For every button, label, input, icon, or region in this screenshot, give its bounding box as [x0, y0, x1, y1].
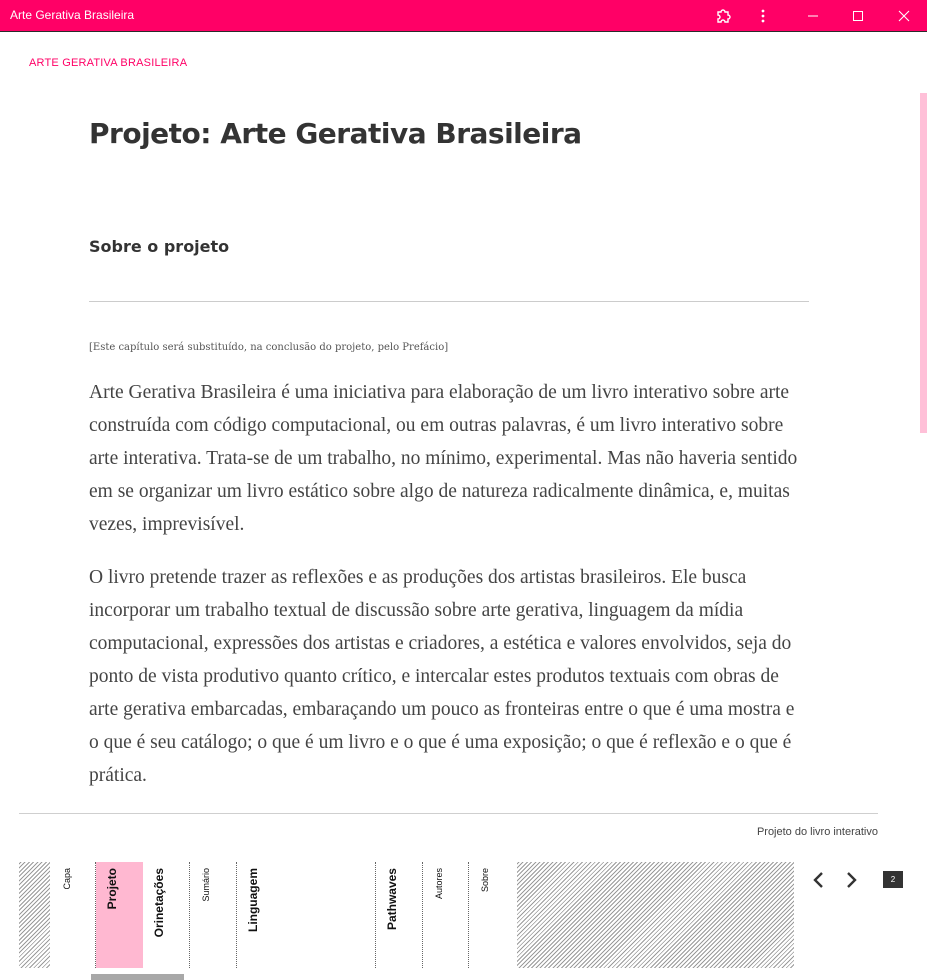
nav-item-projeto[interactable]: Projeto [96, 862, 143, 968]
maximize-icon[interactable] [835, 0, 881, 32]
window-titlebar: Arte Gerativa Brasileira [0, 0, 927, 32]
brand-link[interactable]: ARTE GERATIVA BRASILEIRA [29, 57, 187, 69]
nav-label: Linguagem [246, 868, 260, 933]
more-vert-icon[interactable] [740, 0, 786, 32]
chevron-left-icon [813, 872, 823, 888]
paragraph: O livro pretende trazer as reflexões e a… [89, 567, 795, 786]
window-title: Arte Gerativa Brasileira [10, 8, 135, 22]
nav-item-capa[interactable]: Capa [50, 862, 96, 968]
nav-label: Sumário [201, 868, 211, 902]
nav-item-linguagem[interactable]: Linguagem [237, 862, 376, 968]
section-title: Sobre o projeto [89, 237, 230, 256]
scroll-indicator[interactable] [920, 93, 927, 433]
nav-item-pathwaves[interactable]: Pathwaves [376, 862, 423, 968]
nav-label: Sobre [480, 868, 490, 893]
text-body: Arte Gerativa Brasileira é uma iniciativ… [89, 376, 809, 813]
chapter-note: [Este capítulo será substituído, na conc… [89, 342, 449, 353]
footer-divider [19, 813, 878, 814]
nav-label: Orinetações [152, 868, 166, 938]
nav-label: Autores [434, 868, 444, 900]
divider [89, 301, 809, 302]
minimize-icon[interactable] [790, 0, 836, 32]
progress-bar [91, 974, 184, 980]
nav-item-sobre[interactable]: Sobre [469, 862, 517, 968]
nav-item-orinetacoes[interactable]: Orinetações [143, 862, 190, 968]
nav-item-autores[interactable]: Autores [423, 862, 469, 968]
chevron-right-icon [847, 872, 857, 888]
nav-item-sumario[interactable]: Sumário [190, 862, 237, 968]
nav-label: Capa [62, 868, 72, 890]
nav-label: Projeto [105, 868, 119, 910]
footer-label: Projeto do livro interativo [756, 826, 878, 838]
chapter-nav: Capa Projeto Orinetações Sumário Linguag… [19, 862, 794, 968]
nav-label: Pathwaves [385, 868, 399, 931]
nav-hatch-right [517, 862, 794, 968]
next-page-button[interactable] [842, 870, 862, 890]
page-number-badge: 2 [883, 871, 903, 888]
close-icon[interactable] [881, 0, 927, 32]
page-title: Projeto: Arte Gerativa Brasileira [89, 117, 582, 150]
prev-page-button[interactable] [808, 870, 828, 890]
paragraph: Arte Gerativa Brasileira é uma iniciativ… [89, 382, 798, 535]
nav-hatch-left [19, 862, 50, 968]
